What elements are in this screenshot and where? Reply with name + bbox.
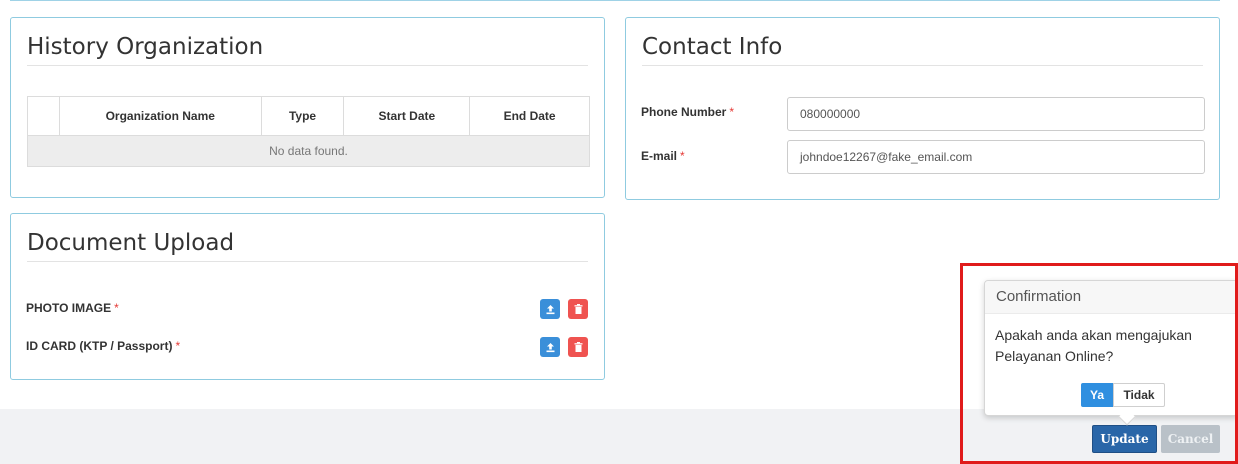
email-input[interactable]: johndoe12267@fake_email.com <box>787 140 1205 174</box>
panel-divider <box>27 261 588 262</box>
id-card-delete-button[interactable] <box>568 337 588 357</box>
email-label-text: E-mail <box>641 149 678 163</box>
trash-icon <box>574 342 582 352</box>
phone-number-value: 080000000 <box>800 107 861 121</box>
update-button[interactable]: Update <box>1092 425 1157 453</box>
table-row-empty: No data found. <box>27 135 590 167</box>
confirm-no-button[interactable]: Tidak <box>1113 383 1165 407</box>
column-header-end-date[interactable]: End Date <box>469 96 590 136</box>
photo-image-delete-button[interactable] <box>568 299 588 319</box>
history-organization-panel: History Organization Organization Name T… <box>10 17 605 198</box>
top-divider <box>10 0 1220 1</box>
required-marker: * <box>114 301 119 315</box>
column-header-organization-name[interactable]: Organization Name <box>58 96 262 136</box>
phone-number-input[interactable]: 080000000 <box>787 97 1205 131</box>
panel-divider <box>27 65 588 66</box>
popover-header: Confirmation <box>985 281 1237 314</box>
cancel-button[interactable]: Cancel <box>1161 425 1220 453</box>
document-upload-panel: Document Upload PHOTO IMAGE * ID CARD (KT… <box>10 213 605 380</box>
photo-image-label: PHOTO IMAGE * <box>26 301 119 315</box>
id-card-upload-button[interactable] <box>540 337 560 357</box>
empty-message: No data found. <box>27 135 590 167</box>
photo-image-upload-button[interactable] <box>540 299 560 319</box>
confirmation-popover: Confirmation Apakah anda akan mengajukan… <box>984 280 1238 426</box>
column-header-type[interactable]: Type <box>260 96 345 136</box>
id-card-label: ID CARD (KTP / Passport) * <box>26 339 180 353</box>
contact-info-panel: Contact Info Phone Number * 080000000 E-m… <box>625 17 1220 200</box>
phone-number-label-text: Phone Number <box>641 105 727 119</box>
panel-divider <box>642 65 1203 66</box>
popover-message: Apakah anda akan mengajukan Pelayanan On… <box>995 327 1192 364</box>
photo-image-label-text: PHOTO IMAGE <box>26 301 112 315</box>
document-upload-title: Document Upload <box>27 230 235 256</box>
confirm-yes-button[interactable]: Ya <box>1081 383 1113 407</box>
column-header-start-date[interactable]: Start Date <box>343 96 471 136</box>
column-header-index <box>27 96 60 136</box>
trash-icon <box>574 304 582 314</box>
history-organization-title: History Organization <box>27 34 264 60</box>
required-marker: * <box>175 339 181 353</box>
table-header-row: Organization Name Type Start Date End Da… <box>27 96 590 136</box>
phone-number-label: Phone Number * <box>641 105 734 119</box>
upload-icon <box>546 304 554 314</box>
required-marker: * <box>729 105 735 119</box>
id-card-label-text: ID CARD (KTP / Passport) <box>26 339 173 353</box>
contact-info-title: Contact Info <box>642 34 783 60</box>
history-organization-table: Organization Name Type Start Date End Da… <box>27 96 590 167</box>
footer-action-bar <box>0 409 1238 464</box>
required-marker: * <box>680 149 685 163</box>
popover-title: Confirmation <box>996 288 1082 305</box>
email-label: E-mail * <box>641 149 685 163</box>
email-value: johndoe12267@fake_email.com <box>800 150 973 164</box>
upload-icon <box>546 342 554 352</box>
